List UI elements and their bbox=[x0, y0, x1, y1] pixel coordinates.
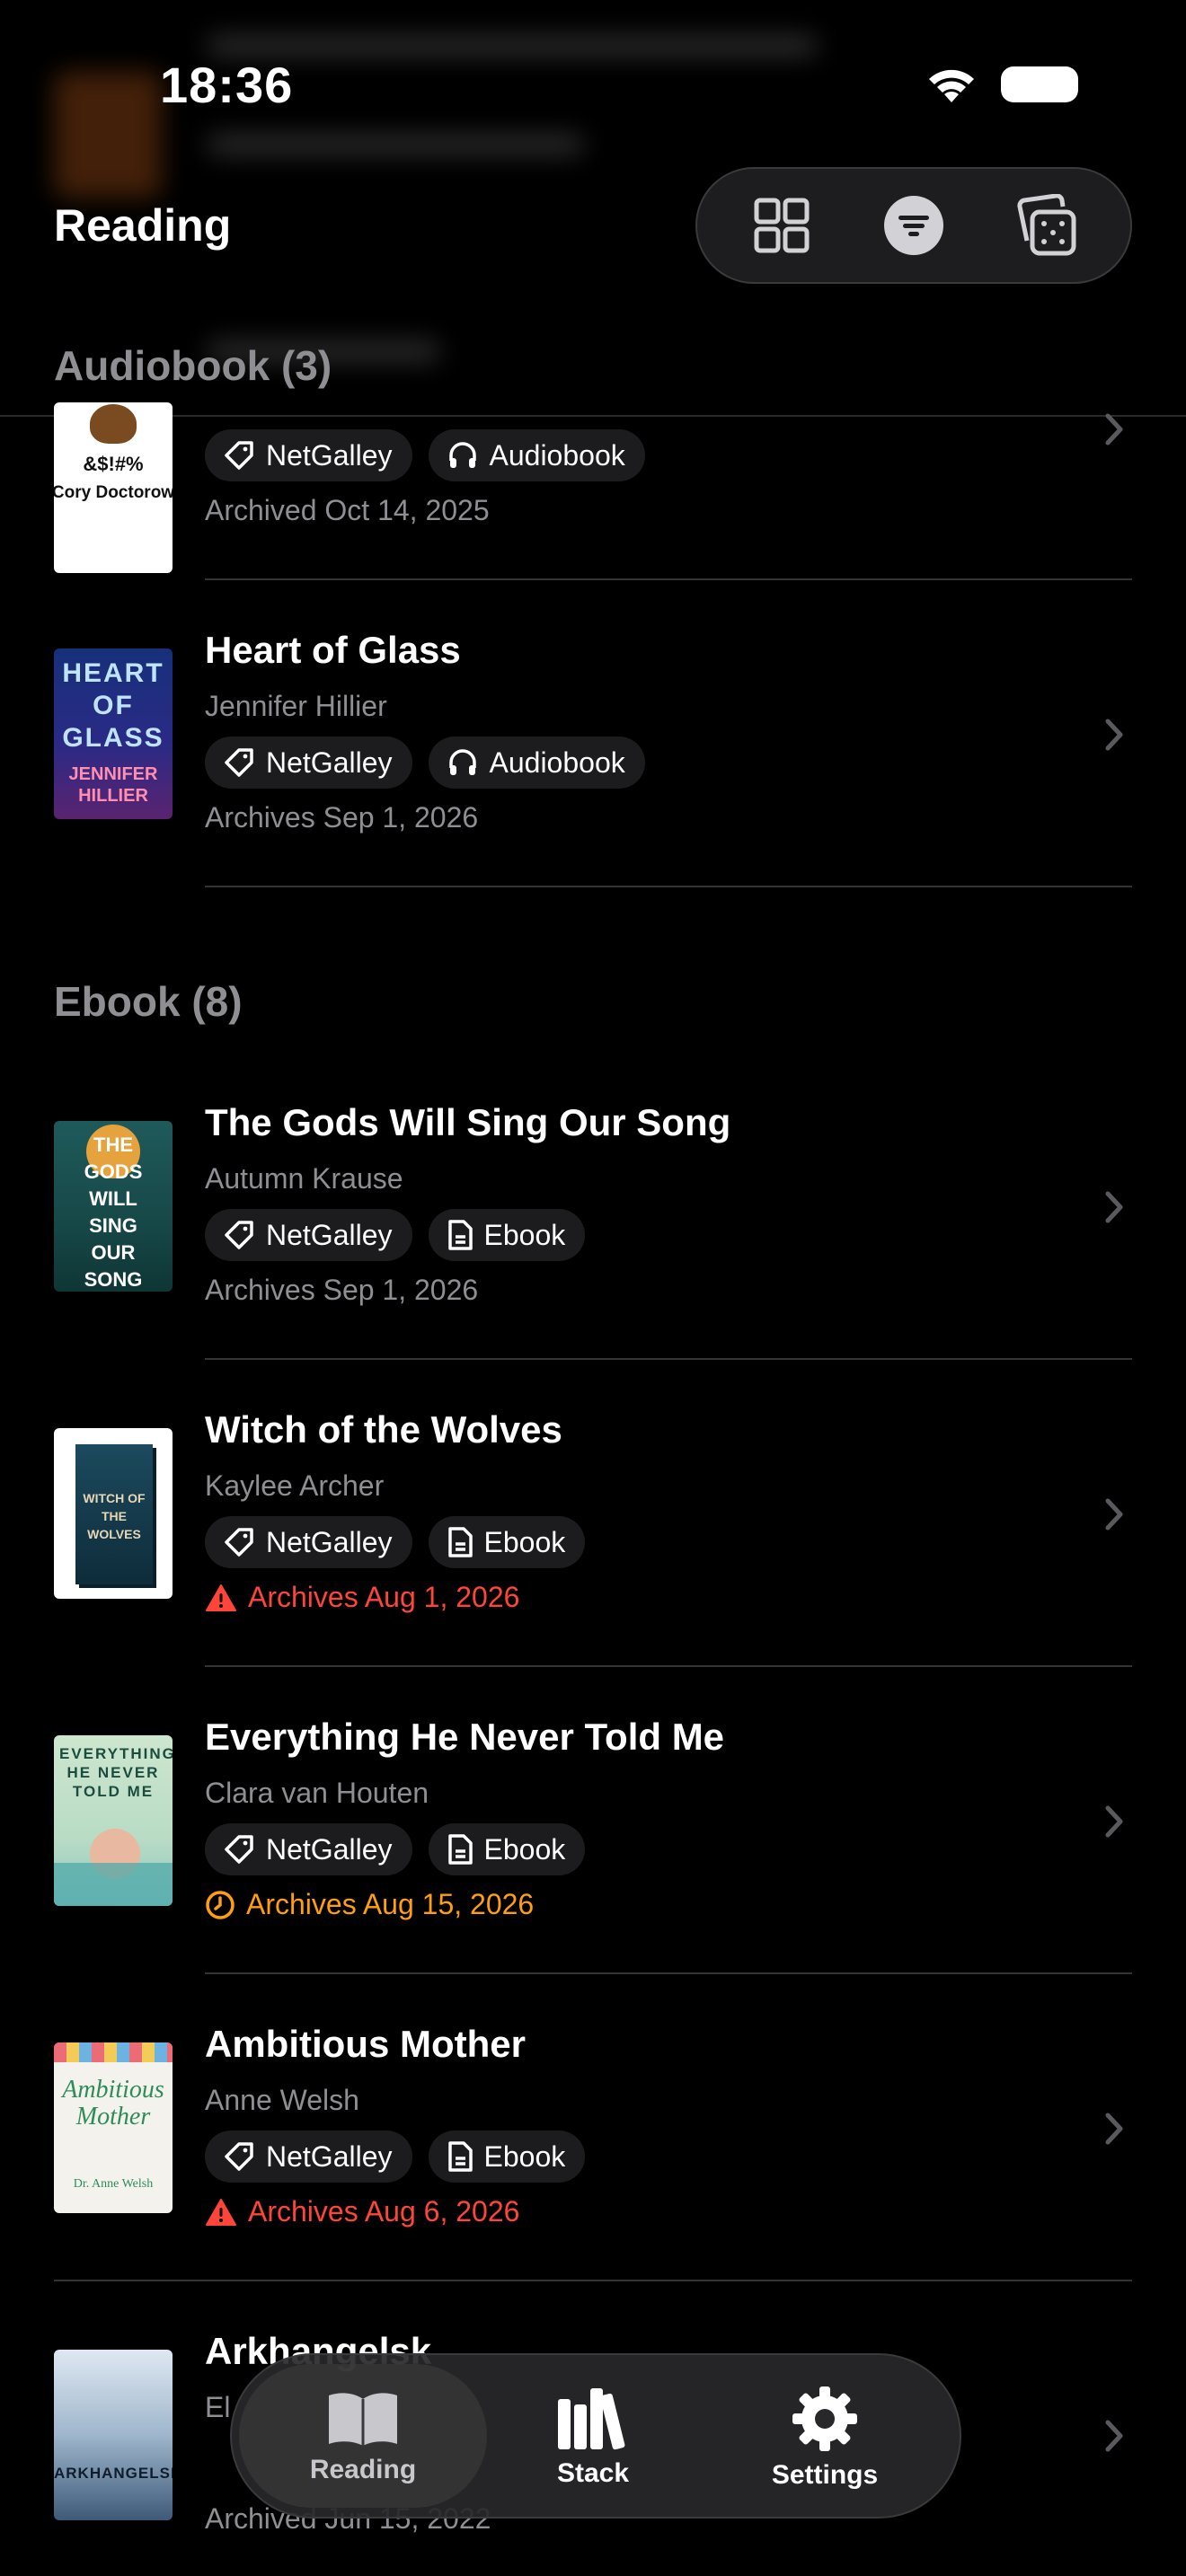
book-title: Everything He Never Told Me bbox=[205, 1716, 725, 1758]
tag-source: NetGalley bbox=[205, 1209, 412, 1261]
grid-view-button[interactable] bbox=[741, 185, 822, 266]
book-author: Kaylee Archer bbox=[205, 1469, 385, 1502]
tag-format: Ebook bbox=[428, 1823, 586, 1875]
filter-button[interactable] bbox=[873, 185, 954, 266]
tag-source: NetGalley bbox=[205, 737, 412, 789]
archive-date: Archives Sep 1, 2026 bbox=[205, 1274, 479, 1306]
warning-triangle-icon bbox=[206, 2198, 236, 2226]
chevron-right-icon bbox=[1105, 1805, 1123, 1838]
document-icon bbox=[447, 1834, 473, 1865]
warning-triangle-icon bbox=[206, 1584, 236, 1611]
tag-icon bbox=[225, 2142, 253, 2171]
tag-source: NetGalley bbox=[205, 1823, 412, 1875]
dice-icon bbox=[1017, 194, 1076, 256]
section-header-ebook: Ebook (8) bbox=[54, 978, 243, 1025]
chevron-right-icon bbox=[1105, 2420, 1123, 2452]
tag-format: Ebook bbox=[428, 1516, 586, 1568]
tag-icon bbox=[225, 748, 253, 777]
page-title: Reading bbox=[54, 200, 232, 251]
list-item[interactable]: WITCH OF THE WOLVES Witch of the Wolves … bbox=[0, 1360, 1186, 1665]
book-cover: ARKHANGELSK bbox=[54, 2350, 173, 2520]
book-cover: &$!#% Cory Doctorow bbox=[54, 402, 173, 573]
archive-date-warning: Archives Aug 1, 2026 bbox=[205, 1581, 519, 1614]
chevron-right-icon bbox=[1105, 413, 1123, 446]
document-icon bbox=[447, 2141, 473, 2172]
book-cover: HEART OF GLASS JENNIFER HILLIER bbox=[54, 648, 173, 819]
list-item[interactable]: THE GODS WILL SING OUR SONG The Gods Wil… bbox=[0, 1053, 1186, 1358]
chevron-right-icon bbox=[1105, 719, 1123, 751]
tab-reading[interactable]: Reading bbox=[246, 2355, 480, 2520]
tab-settings[interactable]: Settings bbox=[708, 2355, 942, 2520]
list-item[interactable]: HEART OF GLASS JENNIFER HILLIER Heart of… bbox=[0, 580, 1186, 886]
tag-format: Audiobook bbox=[428, 737, 645, 789]
book-cover: THE GODS WILL SING OUR SONG bbox=[54, 1121, 173, 1292]
tag-icon bbox=[225, 1528, 253, 1557]
tag-icon bbox=[225, 1221, 253, 1249]
book-title: The Gods Will Sing Our Song bbox=[205, 1101, 731, 1143]
tag-source: NetGalley bbox=[205, 1516, 412, 1568]
book-open-icon bbox=[329, 2393, 397, 2446]
tag-format: Audiobook bbox=[428, 429, 645, 481]
tag-format: Ebook bbox=[428, 2130, 586, 2183]
list-item[interactable]: &$!#% Cory Doctorow NetGalley Audiobook … bbox=[0, 269, 1186, 575]
clock-icon bbox=[206, 1890, 235, 1919]
chevron-right-icon bbox=[1105, 1498, 1123, 1531]
archive-date-soon: Archives Aug 15, 2026 bbox=[205, 1888, 534, 1921]
grid-icon bbox=[754, 198, 810, 253]
list-item[interactable]: EVERYTHING HE NEVER TOLD ME Everything H… bbox=[0, 1667, 1186, 1972]
headphones-icon bbox=[448, 749, 476, 775]
headphones-icon bbox=[448, 442, 476, 468]
archive-date: Archives Sep 1, 2026 bbox=[205, 801, 479, 834]
book-cover: Ambitious Mother Dr. Anne Welsh bbox=[54, 2042, 173, 2213]
book-author: Jennifer Hillier bbox=[205, 690, 387, 722]
book-cover: WITCH OF THE WOLVES bbox=[54, 1428, 173, 1599]
tab-bar: Reading Stack Settings bbox=[230, 2353, 961, 2519]
tag-format: Ebook bbox=[428, 1209, 586, 1261]
book-author: Anne Welsh bbox=[205, 2084, 359, 2116]
chevron-right-icon bbox=[1105, 2113, 1123, 2145]
status-time: 18:36 bbox=[160, 57, 294, 113]
book-author: Clara van Houten bbox=[205, 1777, 429, 1809]
random-pick-button[interactable] bbox=[1005, 185, 1086, 266]
book-title: Witch of the Wolves bbox=[205, 1408, 562, 1451]
archive-date: Archived Oct 14, 2025 bbox=[205, 494, 490, 526]
archive-date-warning: Archives Aug 6, 2026 bbox=[205, 2195, 519, 2228]
tag-icon bbox=[225, 441, 253, 470]
chevron-right-icon bbox=[1105, 1191, 1123, 1223]
tag-icon bbox=[225, 1835, 253, 1864]
book-author: El bbox=[205, 2391, 231, 2423]
book-cover: EVERYTHING HE NEVER TOLD ME bbox=[54, 1735, 173, 1906]
book-title: Ambitious Mother bbox=[205, 2023, 526, 2065]
status-icons bbox=[902, 65, 1078, 104]
tag-source: NetGalley bbox=[205, 2130, 412, 2183]
book-title: Heart of Glass bbox=[205, 629, 461, 671]
tag-source: NetGalley bbox=[205, 429, 412, 481]
header-actions bbox=[695, 167, 1132, 284]
row-divider bbox=[205, 886, 1132, 887]
document-icon bbox=[447, 1220, 473, 1250]
book-author: Autumn Krause bbox=[205, 1162, 403, 1195]
books-stack-icon bbox=[558, 2388, 625, 2450]
document-icon bbox=[447, 1527, 473, 1557]
filter-icon bbox=[883, 196, 943, 255]
tab-stack[interactable]: Stack bbox=[476, 2355, 710, 2520]
gear-icon bbox=[792, 2386, 857, 2451]
list-item[interactable]: Ambitious Mother Dr. Anne Welsh Ambitiou… bbox=[0, 1974, 1186, 2280]
